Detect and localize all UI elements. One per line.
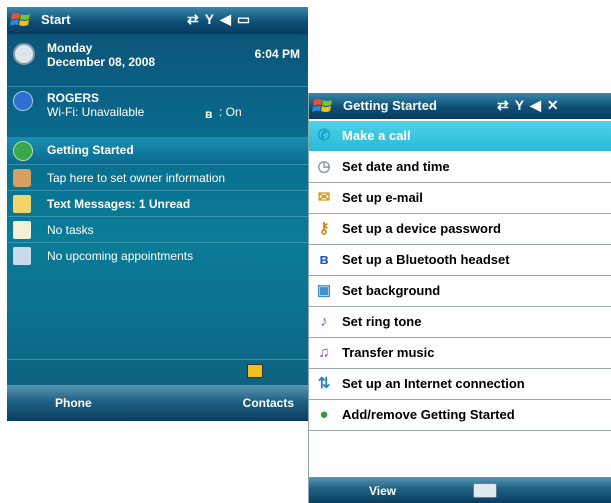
gs-item-label: Set up an Internet connection (342, 376, 525, 391)
date-row[interactable]: Monday December 08, 2008 6:04 PM (7, 35, 308, 85)
gs-item-set-up-an-internet-connection[interactable]: ⇅ Set up an Internet connection (309, 369, 611, 400)
softkey-view[interactable]: View (369, 484, 396, 498)
music-icon: ♫ (318, 344, 330, 361)
key-icon: ⚷ (318, 220, 330, 237)
connectivity-icon[interactable] (247, 364, 263, 378)
network-icon: ⇅ (317, 375, 331, 392)
divider (7, 359, 308, 360)
getting-started-icon (13, 141, 33, 161)
gs-item-label: Make a call (342, 128, 411, 143)
calendar-icon (13, 247, 31, 265)
bluetooth-status: : On (219, 105, 242, 119)
status-icons[interactable]: ⇄Y◀▭ (187, 11, 256, 28)
today-item-text-messages[interactable]: Text Messages: 1 Unread (7, 191, 308, 217)
keyboard-icon[interactable] (473, 483, 497, 498)
gs-item-label: Set up e-mail (342, 190, 423, 205)
signal-icon: Y (514, 97, 531, 113)
gs-item-set-date-and-time[interactable]: ◷ Set date and time (309, 152, 611, 183)
getting-started-label: Getting Started (47, 143, 134, 157)
tasks-icon (13, 221, 31, 239)
carrier-name: ROGERS (47, 91, 100, 105)
windows-start-icon[interactable] (312, 96, 334, 116)
gs-softkey-bar: View (309, 477, 611, 503)
battery-icon: ▭ (236, 11, 257, 27)
gs-item-label: Add/remove Getting Started (342, 407, 515, 422)
ringtone-icon: ♪ (320, 313, 328, 330)
gs-item-label: Set up a Bluetooth headset (342, 252, 510, 267)
getting-started-screen: Getting Started ⇄Y◀✕ ✆ Make a call ◷ Set da… (308, 93, 611, 503)
gs-item-make-a-call[interactable]: ✆ Make a call (309, 121, 611, 151)
clock-icon: ◷ (317, 158, 331, 175)
phone-icon: ✆ (317, 127, 331, 144)
today-softkey-bar: Phone Contacts (7, 385, 308, 421)
owner-icon (13, 169, 31, 187)
today-title[interactable]: Start (41, 12, 71, 27)
gs-item-label: Set ring tone (342, 314, 422, 329)
carrier-row[interactable]: ROGERS Wi-Fi: Unavailable ʙ : On (7, 87, 308, 135)
sync-icon: ⇄ (187, 11, 205, 27)
email-icon: ✉ (317, 189, 331, 206)
owner-label: Tap here to set owner information (47, 171, 226, 185)
sync-icon: ⇄ (497, 97, 515, 113)
day-label: Monday (47, 41, 93, 55)
gs-title-bar: Getting Started ⇄Y◀✕ (309, 93, 611, 119)
wireless-icon (13, 91, 33, 111)
windows-start-icon[interactable] (10, 10, 32, 30)
gs-item-transfer-music[interactable]: ♫ Transfer music (309, 338, 611, 369)
clock-icon (13, 43, 35, 65)
tasks-label: No tasks (47, 223, 94, 237)
background-icon: ▣ (316, 282, 332, 299)
gs-item-set-ring-tone[interactable]: ♪ Set ring tone (309, 307, 611, 338)
appointments-label: No upcoming appointments (47, 249, 194, 263)
gs-item-set-up-a-bluetooth-headset[interactable]: ʙ Set up a Bluetooth headset (309, 245, 611, 276)
gs-item-set-up-a-device-password[interactable]: ⚷ Set up a device password (309, 214, 611, 245)
today-item-appointments[interactable]: No upcoming appointments (7, 243, 308, 269)
gs-item-label: Set date and time (342, 159, 450, 174)
today-item-owner-info[interactable]: Tap here to set owner information (7, 165, 308, 191)
volume-icon: ◀ (220, 11, 237, 27)
envelope-icon (13, 195, 31, 213)
today-title-bar: Start ⇄Y◀▭ (7, 7, 308, 34)
wifi-status: Wi-Fi: Unavailable (47, 105, 145, 119)
gs-item-add-remove-getting-started[interactable]: ● Add/remove Getting Started (309, 400, 611, 431)
today-item-getting-started[interactable]: Getting Started (7, 137, 308, 163)
gs-item-label: Set up a device password (342, 221, 501, 236)
volume-icon: ◀ (530, 97, 547, 113)
softkey-phone[interactable]: Phone (55, 396, 92, 410)
add-remove-icon: ● (319, 406, 329, 423)
date-label: December 08, 2008 (47, 55, 156, 69)
status-icons[interactable]: ⇄Y◀✕ (497, 97, 565, 114)
today-item-tasks[interactable]: No tasks (7, 217, 308, 243)
gs-item-label: Transfer music (342, 345, 435, 360)
signal-icon: Y (204, 11, 221, 27)
bluetooth-icon: ʙ (319, 251, 329, 268)
softkey-contacts[interactable]: Contacts (243, 396, 294, 410)
time-label: 6:04 PM (254, 47, 300, 61)
gs-item-label: Set background (342, 283, 441, 298)
gs-item-set-background[interactable]: ▣ Set background (309, 276, 611, 307)
messages-label: Text Messages: 1 Unread (47, 197, 191, 211)
gs-item-set-up-e-mail[interactable]: ✉ Set up e-mail (309, 183, 611, 214)
today-screen: Start ⇄Y◀▭ Monday December 08, 2008 6:04… (7, 7, 308, 421)
bluetooth-icon: ʙ (205, 107, 213, 121)
gs-title: Getting Started (343, 98, 437, 113)
close-icon: ✕ (546, 97, 565, 113)
